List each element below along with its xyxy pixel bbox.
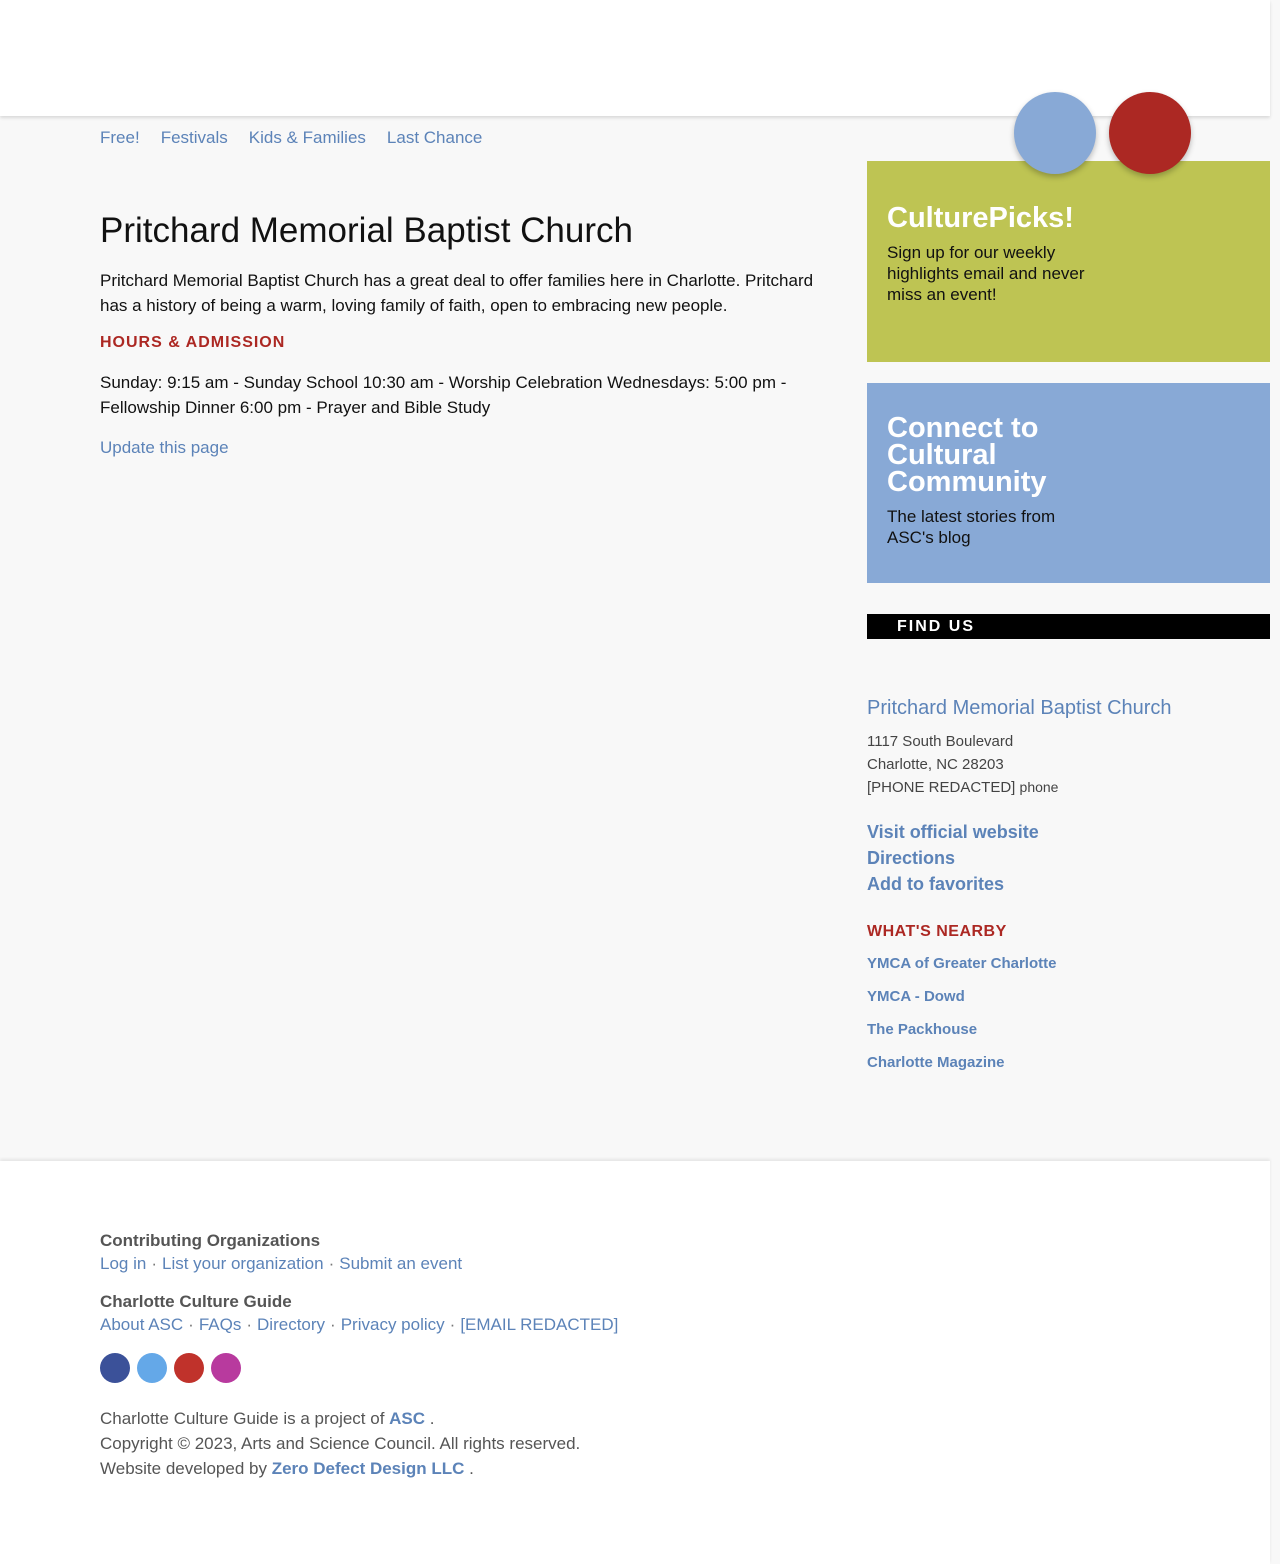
guide-heading: Charlotte Culture Guide <box>100 1292 292 1311</box>
separator: · <box>449 1315 456 1334</box>
find-us-heading: FIND US <box>867 614 1270 639</box>
official-website-link[interactable]: Visit official website <box>867 821 1270 843</box>
developer-link[interactable]: Zero Defect Design LLC <box>272 1459 465 1478</box>
tag-nav: Free! Festivals Kids & Families Last Cha… <box>100 128 482 148</box>
submit-event-link[interactable]: Submit an event <box>339 1254 462 1273</box>
main-content: Pritchard Memorial Baptist Church Pritch… <box>100 210 820 458</box>
venue-description: Pritchard Memorial Baptist Church has a … <box>100 271 814 315</box>
nearby-link[interactable]: YMCA of Greater Charlotte <box>867 955 1056 972</box>
connect-title: Connect to Cultural Community <box>887 412 1047 498</box>
search-circle-button[interactable] <box>1109 92 1191 174</box>
phone-label: phone <box>1019 779 1059 795</box>
tag-festivals[interactable]: Festivals <box>161 128 228 148</box>
instagram-icon[interactable] <box>211 1353 241 1383</box>
credit-line-developer: Website developed by Zero Defect Design … <box>100 1456 1000 1481</box>
connect-promo[interactable]: Connect to Cultural Community The latest… <box>867 383 1270 583</box>
site-header <box>0 0 1270 116</box>
add-favorites-link[interactable]: Add to favorites <box>867 873 1270 895</box>
site-footer: Contributing Organizations Log in · List y… <box>0 1161 1270 1564</box>
nearby-link[interactable]: YMCA - Dowd <box>867 988 965 1005</box>
faqs-link[interactable]: FAQs <box>199 1315 242 1334</box>
nearby-link[interactable]: Charlotte Magazine <box>867 1054 1005 1071</box>
venue-links: Visit official website Directions Add to… <box>867 821 1270 895</box>
contributing-heading: Contributing Organizations <box>100 1231 321 1250</box>
list-item: YMCA of Greater Charlotte <box>867 955 1270 988</box>
tag-kids-families[interactable]: Kids & Families <box>249 128 366 148</box>
separator: · <box>246 1315 253 1334</box>
separator: · <box>330 1315 336 1334</box>
separator: · <box>328 1254 335 1273</box>
phone-number: [PHONE REDACTED] <box>867 779 1016 796</box>
venue-address: 1117 South Boulevard Charlotte, NC 28203… <box>867 730 1270 799</box>
connect-text: The latest stories from ASC's blog <box>887 507 1056 547</box>
twitter-icon[interactable] <box>137 1353 167 1383</box>
update-page-link[interactable]: Update this page <box>100 438 229 458</box>
directions-link[interactable]: Directions <box>867 847 1270 869</box>
credit-period: . <box>469 1459 474 1478</box>
separator: · <box>188 1315 194 1334</box>
culturepicks-promo[interactable]: CulturePicks! Sign up for our weekly hig… <box>867 161 1270 362</box>
credit-period: . <box>429 1409 435 1428</box>
culturepicks-title: CulturePicks! <box>887 202 1074 234</box>
hours-heading: HOURS & ADMISSION <box>100 334 286 351</box>
credit-text: Charlotte Culture Guide is a project of <box>100 1409 385 1428</box>
address-city: Charlotte, NC 28203 <box>867 756 1004 773</box>
youtube-icon[interactable] <box>174 1353 204 1383</box>
credit-line-project: Charlotte Culture Guide is a project of … <box>100 1406 1000 1431</box>
nearby-link[interactable]: The Packhouse <box>867 1021 977 1038</box>
address-phone: [PHONE REDACTED] phone <box>867 776 1270 799</box>
separator: · <box>151 1254 157 1273</box>
login-link[interactable]: Log in <box>100 1254 146 1273</box>
social-links <box>100 1353 1000 1383</box>
list-organization-link[interactable]: List your organization <box>162 1254 324 1273</box>
credits: Charlotte Culture Guide is a project of … <box>100 1406 1000 1481</box>
address-street: 1117 South Boulevard <box>867 733 1014 750</box>
page-title: Pritchard Memorial Baptist Church <box>100 211 633 250</box>
list-item: Charlotte Magazine <box>867 1054 1270 1087</box>
credit-text: Website developed by <box>100 1459 267 1478</box>
culturepicks-text: Sign up for our weekly highlights email … <box>887 243 1085 304</box>
privacy-policy-link[interactable]: Privacy policy <box>341 1315 445 1334</box>
tag-last-chance[interactable]: Last Chance <box>387 128 482 148</box>
nearby-list: YMCA of Greater Charlotte YMCA - Dowd Th… <box>867 955 1270 1087</box>
facebook-icon[interactable] <box>100 1353 130 1383</box>
venue-name-link[interactable]: Pritchard Memorial Baptist Church <box>867 697 1172 719</box>
email-link[interactable]: [EMAIL REDACTED] <box>460 1315 618 1334</box>
about-asc-link[interactable]: About ASC <box>100 1315 183 1334</box>
guide-links: About ASC · FAQs · Directory · Privacy policy ·… <box>100 1315 1000 1335</box>
venue-card: Pritchard Memorial Baptist Church 1117 S… <box>867 697 1270 1087</box>
menu-circle-button[interactable] <box>1014 92 1096 174</box>
list-item: YMCA - Dowd <box>867 988 1270 1021</box>
directory-link[interactable]: Directory <box>257 1315 325 1334</box>
tag-free[interactable]: Free! <box>100 128 140 148</box>
nearby-heading: WHAT'S NEARBY <box>867 923 1007 940</box>
contributing-links: Log in · List your organization · Submit an … <box>100 1254 1000 1274</box>
copyright: Copyright © 2023, Arts and Science Counc… <box>100 1434 581 1453</box>
asc-link[interactable]: ASC <box>389 1409 425 1428</box>
list-item: The Packhouse <box>867 1021 1270 1054</box>
hours-text: Sunday: 9:15 am - Sunday School 10:30 am… <box>100 373 787 417</box>
